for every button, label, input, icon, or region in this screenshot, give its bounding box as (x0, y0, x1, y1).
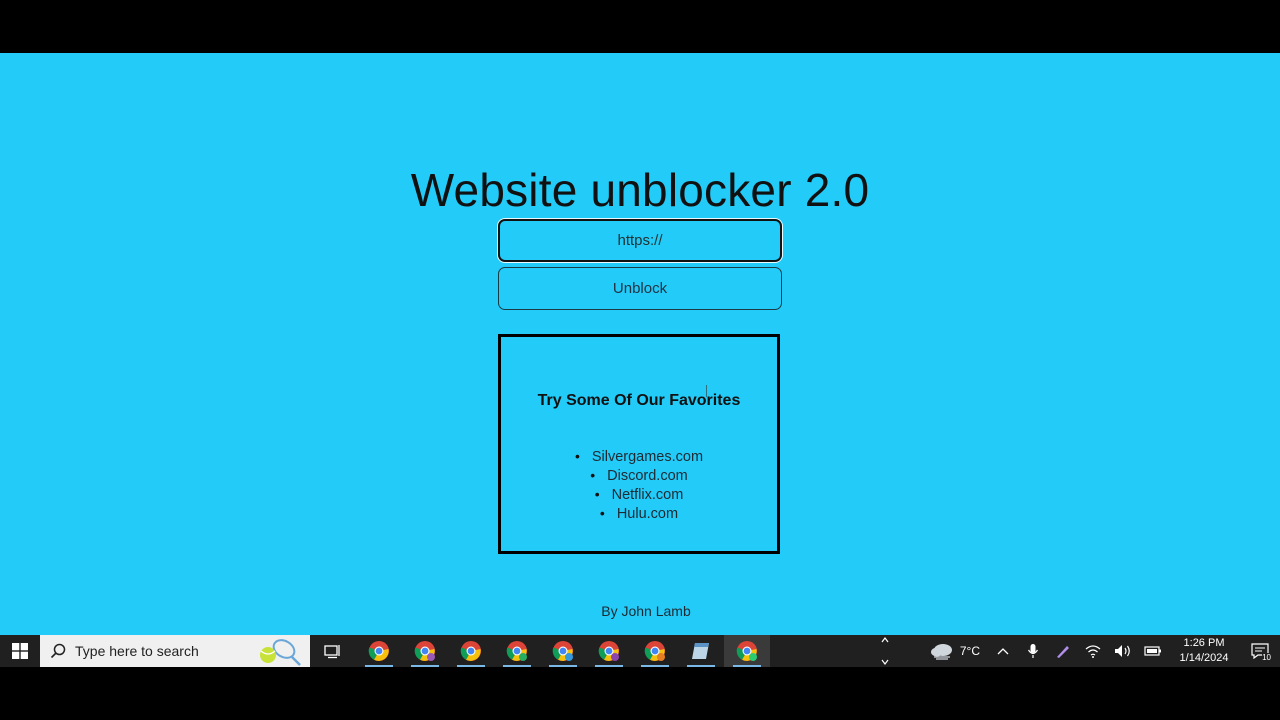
wifi-icon (1085, 645, 1101, 658)
chrome-icon (460, 641, 481, 661)
notepad-icon (692, 643, 709, 659)
system-tray: 7°C 1:26 PM 1/14/2024 10 (922, 635, 1280, 667)
favorite-link[interactable]: Hulu.com (617, 505, 678, 523)
battery-icon (1144, 646, 1161, 656)
search-placeholder: Type here to search (75, 643, 199, 659)
chrome-icon (736, 641, 757, 661)
chevron-up-icon (997, 648, 1009, 655)
notification-center[interactable]: 10 (1240, 635, 1280, 667)
page-area: Website unblocker 2.0 Unblock Try Some O… (0, 53, 1280, 635)
notification-count: 10 (1262, 653, 1271, 662)
pen-icon (1057, 646, 1069, 658)
task-view-icon (324, 645, 340, 659)
taskbar-app-chrome[interactable] (540, 635, 586, 667)
weather-temp: 7°C (959, 644, 980, 658)
taskbar-app-chrome[interactable] (448, 635, 494, 667)
show-hidden-icons[interactable] (988, 635, 1018, 667)
taskbar-search[interactable]: Type here to search (40, 635, 310, 667)
chrome-icon (506, 641, 527, 661)
taskbar-app-notepad[interactable] (678, 635, 724, 667)
list-item[interactable]: Silvergames.com (501, 447, 777, 466)
chrome-icon (644, 641, 665, 661)
clock-time: 1:26 PM (1183, 637, 1225, 649)
taskbar-scroll[interactable] (878, 635, 892, 667)
cloud-icon (930, 644, 952, 660)
taskbar-app-chrome[interactable] (632, 635, 678, 667)
search-icon (50, 643, 66, 659)
text-cursor-icon (706, 385, 707, 397)
weather-widget[interactable]: 7°C (922, 635, 988, 667)
tennis-icon (260, 639, 301, 666)
unblock-button[interactable]: Unblock (498, 267, 782, 310)
network-button[interactable] (1078, 635, 1108, 667)
chrome-icon (414, 641, 435, 661)
chrome-icon (552, 641, 573, 661)
microphone-button[interactable] (1018, 635, 1048, 667)
list-item[interactable]: Discord.com (501, 466, 777, 485)
favorites-list: Silvergames.com Discord.com Netflix.com … (501, 447, 777, 523)
url-input[interactable] (498, 219, 782, 262)
list-item[interactable]: Netflix.com (501, 485, 777, 504)
page-title: Website unblocker 2.0 (410, 164, 870, 216)
taskbar: Type here to search 7°C 1:26 PM 1/14/202… (0, 635, 1280, 667)
clock[interactable]: 1:26 PM 1/14/2024 (1168, 636, 1240, 666)
favorites-box: Try Some Of Our Favorites Silvergames.co… (498, 334, 780, 554)
clock-date: 1/14/2024 (1179, 652, 1229, 664)
start-button[interactable] (0, 635, 40, 667)
chrome-icon (368, 641, 389, 661)
list-item[interactable]: Hulu.com (501, 504, 777, 523)
windows-icon (12, 643, 28, 659)
task-view-button[interactable] (310, 635, 356, 667)
favorite-link[interactable]: Netflix.com (612, 486, 684, 504)
battery-button[interactable] (1138, 635, 1168, 667)
microphone-icon (1027, 644, 1039, 658)
taskbar-app-chrome[interactable] (402, 635, 448, 667)
chrome-icon (598, 641, 619, 661)
chevron-down-icon (881, 659, 889, 665)
favorite-link[interactable]: Silvergames.com (592, 448, 703, 466)
speaker-icon (1115, 645, 1130, 657)
taskbar-app-chrome[interactable] (356, 635, 402, 667)
chevron-up-icon (881, 637, 889, 643)
volume-button[interactable] (1108, 635, 1138, 667)
pen-button[interactable] (1048, 635, 1078, 667)
favorites-heading: Try Some Of Our Favorites (537, 392, 741, 409)
taskbar-app-chrome[interactable] (494, 635, 540, 667)
taskbar-app-chrome-active[interactable] (724, 635, 770, 667)
byline: By John Lamb (601, 603, 691, 619)
favorite-link[interactable]: Discord.com (607, 467, 688, 485)
taskbar-app-chrome[interactable] (586, 635, 632, 667)
